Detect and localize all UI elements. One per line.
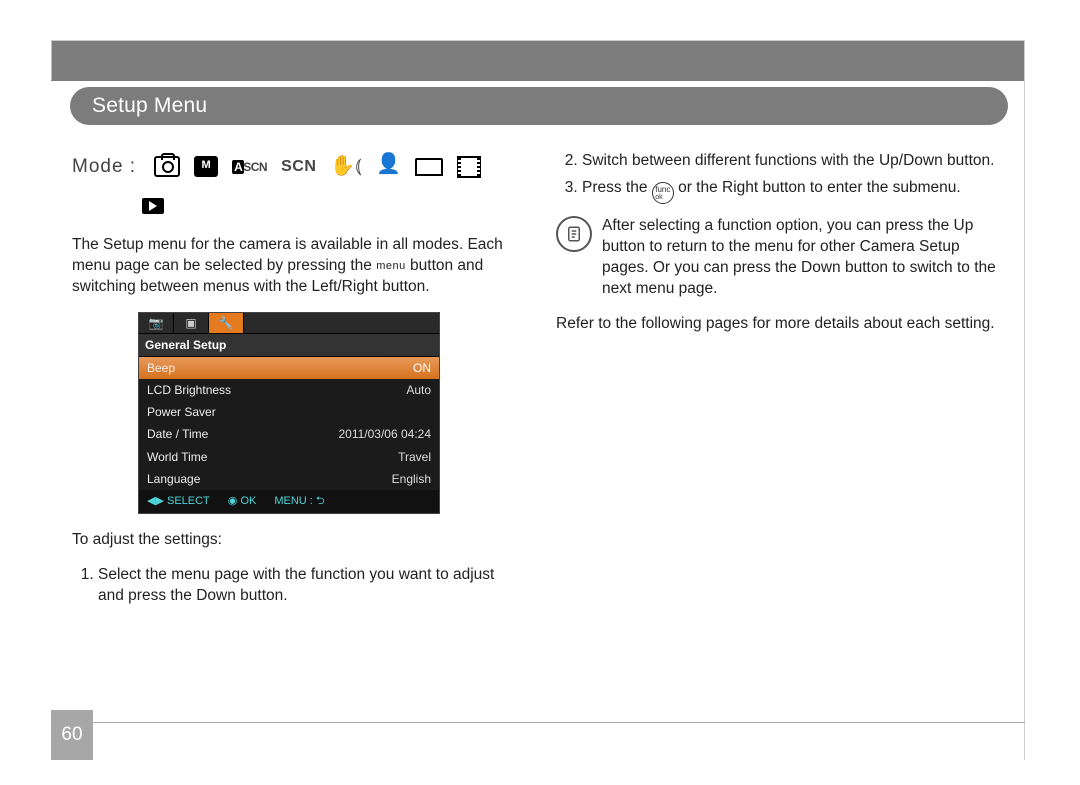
header-band	[51, 40, 1025, 81]
intro-paragraph: The Setup menu for the camera is availab…	[72, 235, 524, 298]
mode-label: Mode :	[72, 154, 136, 180]
lcd-section-title: General Setup	[139, 334, 439, 357]
step-2: Switch between different functions with …	[582, 151, 1008, 172]
step3-before: Press the	[582, 179, 652, 196]
steps-list-left: Select the menu page with the function y…	[72, 565, 524, 607]
lcd-row-label: Beep	[147, 360, 175, 376]
note-block: After selecting a function option, you c…	[556, 216, 1008, 300]
lcd-row-value: 2011/03/06 04:24	[338, 426, 431, 442]
lcd-row-value: ON	[413, 360, 431, 376]
lcd-tabs: 📷 ▣ 🔧	[139, 313, 439, 334]
lcd-tab-playback: ▣	[174, 313, 209, 333]
camera-icon	[154, 156, 180, 177]
right-column: Switch between different functions with …	[556, 145, 1008, 705]
lcd-row-value: Travel	[398, 449, 431, 465]
lcd-row-value: Auto	[406, 382, 431, 398]
lcd-screenshot: 📷 ▣ 🔧 General Setup Beep ON LCD Brightnes…	[138, 312, 440, 514]
step3-after: or the Right button to enter the submenu…	[678, 179, 961, 196]
lcd-tab-setup: 🔧	[209, 313, 244, 333]
lcd-footer-ok: OK	[240, 495, 256, 507]
mode-row: Mode : M ASCN SCN ✋⦅ 👤	[72, 153, 524, 180]
lcd-row-label: Date / Time	[147, 426, 208, 442]
footer-rule	[80, 722, 1025, 723]
ascn-icon: ASCN	[232, 160, 267, 174]
page-right-rule	[1024, 40, 1025, 760]
lcd-row-label: Power Saver	[147, 404, 216, 420]
adjust-label: To adjust the settings:	[72, 530, 524, 551]
movie-icon	[457, 156, 481, 178]
lcd-row-label: Language	[147, 471, 200, 487]
section-title-bar: Setup Menu	[70, 87, 1008, 125]
func-top: func	[655, 185, 670, 194]
lcd-row: Date / Time 2011/03/06 04:24	[139, 423, 439, 445]
menu-button-label: menu	[376, 261, 406, 272]
playback-icon	[142, 198, 164, 214]
steps-list-right: Switch between different functions with …	[556, 151, 1008, 204]
page-number: 60	[51, 710, 93, 760]
panorama-icon	[415, 158, 443, 176]
lcd-row: World Time Travel	[139, 446, 439, 468]
lcd-footer-menu: MENU :	[274, 495, 313, 507]
lcd-row: Power Saver	[139, 401, 439, 423]
lcd-row: LCD Brightness Auto	[139, 379, 439, 401]
steady-icon: ✋⦅	[330, 153, 362, 180]
lcd-row-label: World Time	[147, 449, 207, 465]
manual-icon: M	[194, 156, 218, 177]
func-bot: ok	[655, 194, 670, 202]
lcd-row-value: English	[392, 471, 431, 487]
lcd-row: Beep ON	[139, 357, 439, 379]
lcd-row: Language English	[139, 468, 439, 490]
lcd-footer-select: SELECT	[167, 495, 210, 507]
lcd-tab-camera: 📷	[139, 313, 174, 333]
step-1: Select the menu page with the function y…	[98, 565, 524, 607]
section-title: Setup Menu	[92, 94, 207, 118]
lcd-row-label: LCD Brightness	[147, 382, 231, 398]
playback-icon-row	[72, 190, 524, 221]
scn-icon: SCN	[281, 159, 316, 175]
mode-icons: M ASCN SCN ✋⦅ 👤	[154, 153, 481, 180]
left-column: Mode : M ASCN SCN ✋⦅ 👤 The Setup menu fo…	[72, 145, 524, 705]
note-icon	[556, 216, 592, 252]
lcd-footer: ◀▶ SELECT ◉ OK MENU : ⮌	[139, 490, 439, 513]
refer-text: Refer to the following pages for more de…	[556, 314, 1008, 335]
note-text: After selecting a function option, you c…	[602, 216, 1008, 300]
portrait-icon: 👤	[376, 151, 401, 178]
step-3: Press the funcok or the Right button to …	[582, 178, 1008, 205]
func-ok-icon: funcok	[652, 182, 674, 204]
